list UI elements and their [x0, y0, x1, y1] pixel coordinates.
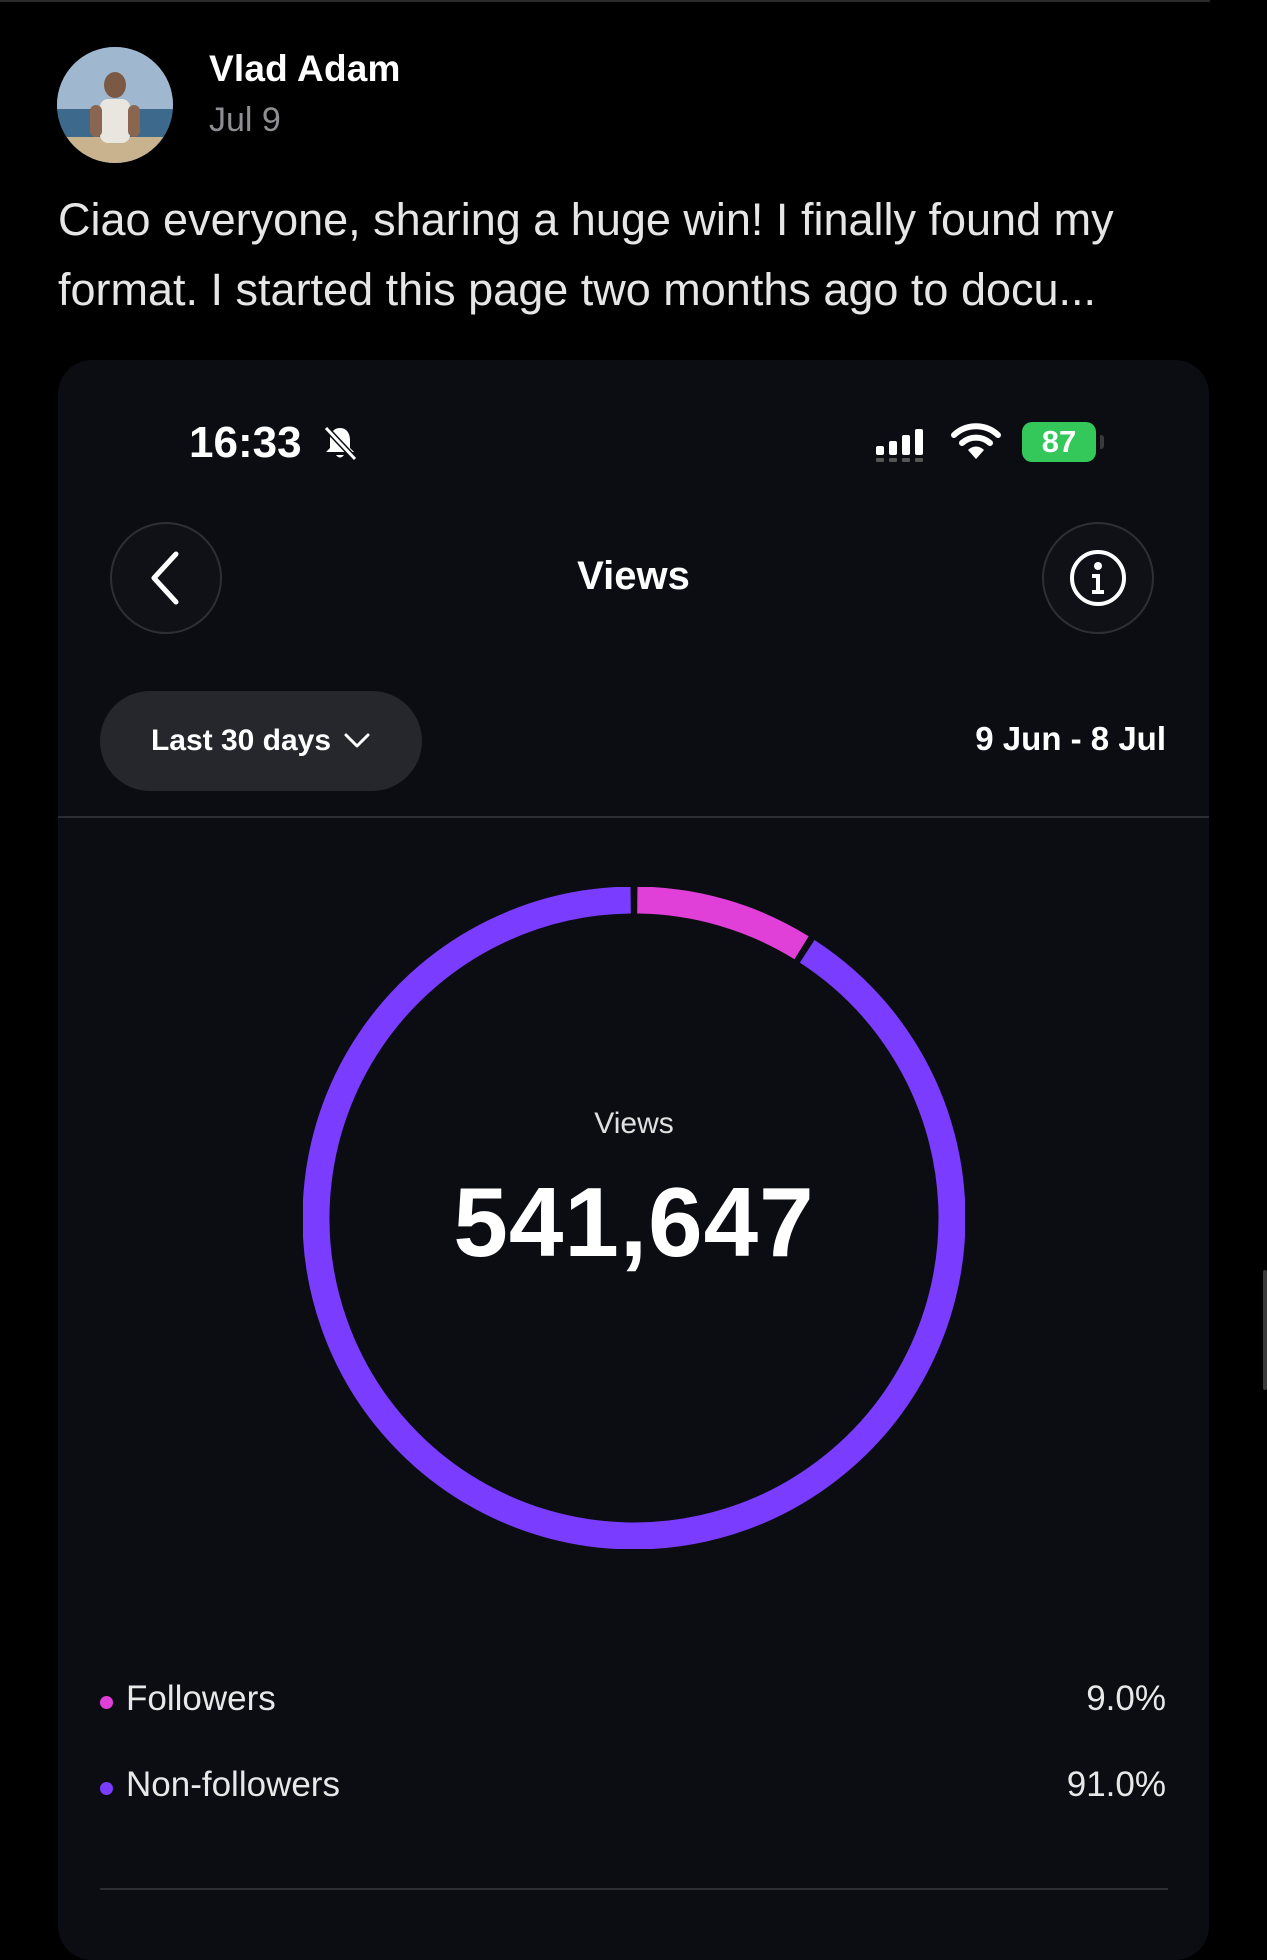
battery-cap — [1100, 435, 1104, 449]
date-range-dropdown[interactable]: Last 30 days — [100, 691, 422, 791]
author-avatar[interactable] — [57, 47, 173, 163]
bell-slash-icon — [323, 425, 358, 462]
battery-charging-icon: 87 — [1022, 422, 1096, 462]
info-icon — [1070, 550, 1126, 606]
author-name[interactable]: Vlad Adam — [209, 48, 401, 90]
chevron-down-icon — [344, 733, 370, 748]
legend-row-followers: Followers 9.0% — [100, 1679, 1166, 1723]
legend-label: Non-followers — [126, 1765, 340, 1804]
post-date: Jul 9 — [209, 101, 281, 139]
donut-center-label: Views — [594, 1107, 674, 1140]
date-range-text: 9 Jun - 8 Jul — [975, 720, 1166, 757]
section-divider — [58, 816, 1209, 818]
donut-segment-followers — [637, 887, 809, 960]
top-divider — [0, 0, 1210, 2]
legend-value: 9.0% — [1086, 1679, 1166, 1718]
wifi-icon — [951, 423, 1001, 459]
avatar-photo-icon — [57, 47, 173, 163]
post-text[interactable]: Ciao everyone, sharing a huge win! I fin… — [58, 185, 1218, 325]
section-divider — [100, 1888, 1168, 1890]
attached-screenshot[interactable]: 16:33 87 Views Last 30 days 9 Jun - 8 Ju… — [58, 360, 1209, 1960]
legend-value: 91.0% — [1066, 1765, 1166, 1804]
legend-dot-followers — [100, 1696, 113, 1709]
scrollbar[interactable] — [1263, 1270, 1267, 1390]
legend-dot-non-followers — [100, 1782, 113, 1795]
total-views-value: 541,647 — [453, 1167, 815, 1277]
screen-title: Views — [577, 554, 690, 598]
signal-icon — [876, 429, 923, 462]
legend-label: Followers — [126, 1679, 276, 1718]
legend-row-non-followers: Non-followers 91.0% — [100, 1765, 1166, 1809]
range-label: Last 30 days — [150, 724, 332, 757]
status-time: 16:33 — [189, 418, 302, 467]
info-button[interactable] — [1042, 522, 1154, 634]
battery-level: 87 — [1041, 424, 1077, 459]
